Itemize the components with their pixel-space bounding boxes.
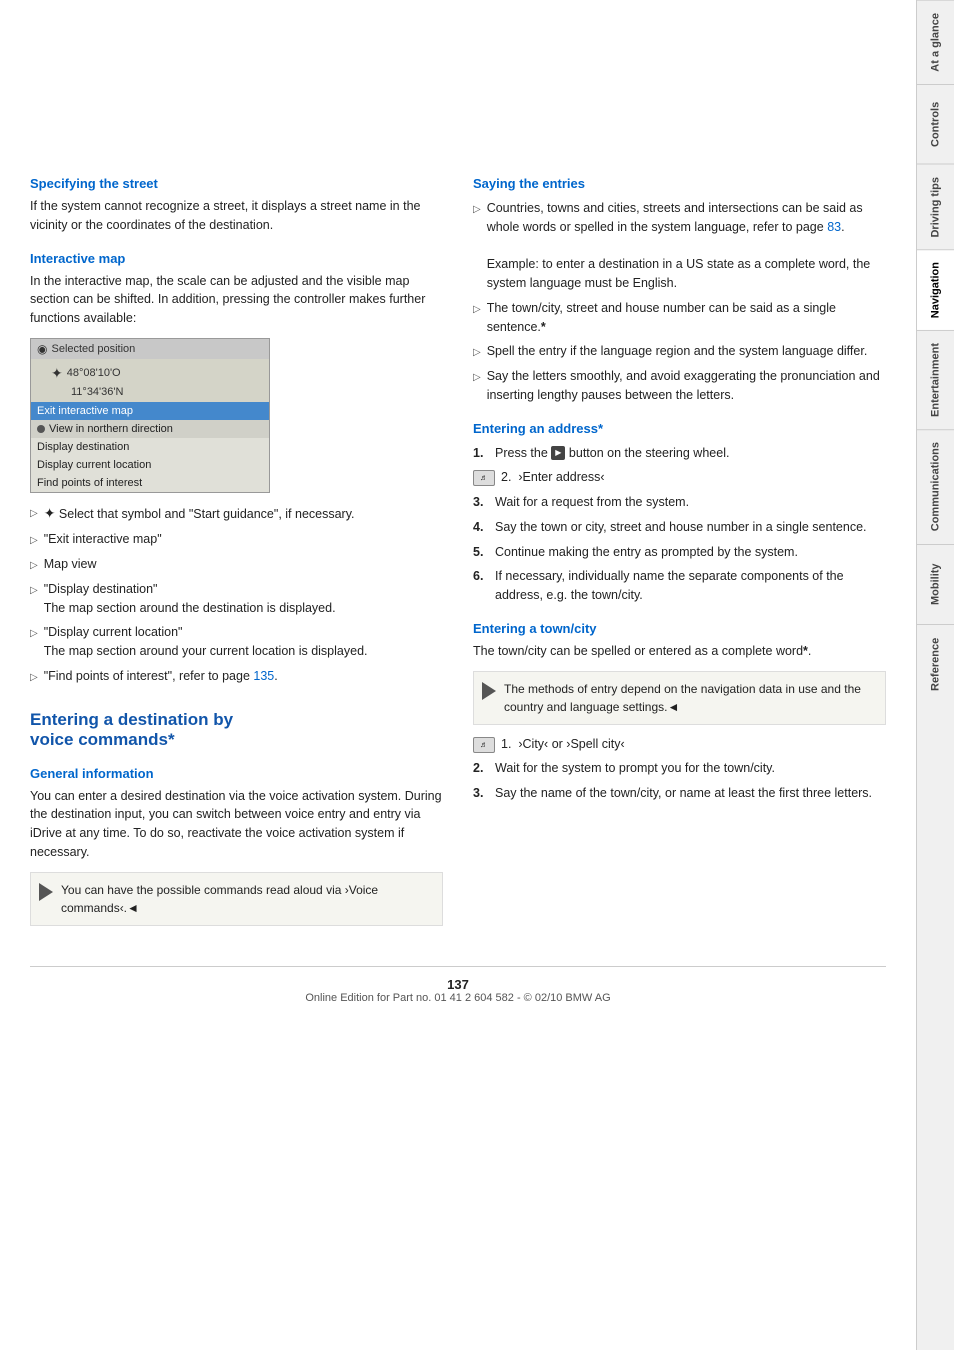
- bullet-icon: ▷: [473, 370, 481, 385]
- list-item: ▷ Spell the entry if the language region…: [473, 342, 886, 361]
- entering-town-text: The town/city can be spelled or entered …: [473, 642, 886, 661]
- sidebar-tab-navigation[interactable]: Navigation: [917, 249, 954, 330]
- note-triangle-icon: [39, 883, 53, 901]
- map-display-dest[interactable]: Display destination: [31, 438, 269, 456]
- bullet-icon: ▷: [30, 626, 38, 641]
- footer-text: Online Edition for Part no. 01 41 2 604 …: [30, 992, 886, 1004]
- sidebar-tab-at-a-glance[interactable]: At a glance: [917, 0, 954, 84]
- list-item: 3. Say the name of the town/city, or nam…: [473, 784, 886, 803]
- map-ui[interactable]: ◉ Selected position ✦ 48°08'10'O 11°34'3…: [30, 338, 270, 494]
- map-display-current[interactable]: Display current location: [31, 456, 269, 474]
- interactive-map-text: In the interactive map, the scale can be…: [30, 272, 443, 328]
- list-item: ▷ "Find points of interest", refer to pa…: [30, 667, 443, 686]
- town-note: The methods of entry depend on the navig…: [473, 671, 886, 725]
- entering-town-title: Entering a town/city: [473, 621, 886, 636]
- map-compass-dot: [37, 425, 45, 433]
- list-item: ▷ Say the letters smoothly, and avoid ex…: [473, 367, 886, 405]
- list-item: 4. Say the town or city, street and hous…: [473, 518, 886, 537]
- map-coords: ✦ 48°08'10'O 11°34'36'N: [31, 359, 269, 403]
- bullet-icon: ▷: [30, 670, 38, 685]
- list-item: ♬ 2. ›Enter address‹: [473, 468, 886, 487]
- page-ref-83[interactable]: 83: [827, 220, 841, 234]
- map-find-poi[interactable]: Find points of interest: [31, 474, 269, 492]
- voice-commands-note: You can have the possible commands read …: [30, 872, 443, 926]
- specifying-street-title: Specifying the street: [30, 176, 443, 191]
- map-exit-interactive[interactable]: Exit interactive map: [31, 402, 269, 420]
- sidebar-tab-communications[interactable]: Communications: [917, 429, 954, 543]
- map-functions-list: ▷ ✦ Select that symbol and "Start guidan…: [30, 503, 443, 685]
- map-header: ◉ Selected position: [31, 339, 269, 359]
- sidebar-tab-mobility[interactable]: Mobility: [917, 544, 954, 624]
- list-item: ▷ "Display current location"The map sect…: [30, 623, 443, 661]
- voice-icon-step2: ♬: [473, 470, 495, 486]
- entering-destination-title: Entering a destination byvoice commands*: [30, 710, 443, 750]
- entering-address-steps: 1. Press the ▶ button on the steering wh…: [473, 444, 886, 605]
- page-footer: 137 Online Edition for Part no. 01 41 2 …: [30, 966, 886, 1004]
- list-item: ♬ 1. ›City‹ or ›Spell city‹: [473, 735, 886, 754]
- sidebar-tab-driving-tips[interactable]: Driving tips: [917, 164, 954, 250]
- entering-address-title: Entering an address*: [473, 421, 886, 436]
- top-image-area: [30, 20, 886, 160]
- map-view-north[interactable]: View in northern direction: [31, 420, 269, 438]
- voice-icon-town-step1: ♬: [473, 737, 495, 753]
- general-info-text: You can enter a desired destination via …: [30, 787, 443, 862]
- sidebar-tab-reference[interactable]: Reference: [917, 624, 954, 704]
- page-ref-135[interactable]: 135: [253, 669, 274, 683]
- town-steps: ♬ 1. ›City‹ or ›Spell city‹ 2. Wait for …: [473, 735, 886, 803]
- note-triangle-icon: [482, 682, 496, 700]
- bullet-icon: ▷: [30, 558, 38, 573]
- list-item: ▷ Countries, towns and cities, streets a…: [473, 199, 886, 293]
- list-item: 1. Press the ▶ button on the steering wh…: [473, 444, 886, 463]
- list-item: ▷ The town/city, street and house number…: [473, 299, 886, 337]
- specifying-street-text: If the system cannot recognize a street,…: [30, 197, 443, 235]
- town-note-text: The methods of entry depend on the navig…: [504, 680, 877, 716]
- list-item: ▷ ✦ Select that symbol and "Start guidan…: [30, 503, 443, 524]
- list-item: ▷ "Display destination"The map section a…: [30, 580, 443, 618]
- list-item: 3. Wait for a request from the system.: [473, 493, 886, 512]
- sidebar: At a glance Controls Driving tips Naviga…: [916, 0, 954, 1350]
- general-info-title: General information: [30, 766, 443, 781]
- sidebar-tab-controls[interactable]: Controls: [917, 84, 954, 164]
- saying-entries-list: ▷ Countries, towns and cities, streets a…: [473, 199, 886, 405]
- bullet-icon: ▷: [473, 302, 481, 317]
- interactive-map-title: Interactive map: [30, 251, 443, 266]
- bullet-icon: ▷: [473, 202, 481, 217]
- page-number: 137: [30, 977, 886, 992]
- list-item: 2. Wait for the system to prompt you for…: [473, 759, 886, 778]
- bullet-icon: ▷: [30, 506, 38, 521]
- list-item: ▷ Map view: [30, 555, 443, 574]
- list-item: ▷ "Exit interactive map": [30, 530, 443, 549]
- sidebar-tab-entertainment[interactable]: Entertainment: [917, 330, 954, 429]
- steering-wheel-button: ▶: [551, 446, 565, 460]
- bullet-icon: ▷: [30, 583, 38, 598]
- map-location-icon: ◉: [37, 342, 47, 356]
- note-text: You can have the possible commands read …: [61, 881, 434, 917]
- list-item: 5. Continue making the entry as prompted…: [473, 543, 886, 562]
- bullet-icon: ▷: [473, 345, 481, 360]
- saying-entries-title: Saying the entries: [473, 176, 886, 191]
- list-item: 6. If necessary, individually name the s…: [473, 567, 886, 605]
- bullet-icon: ▷: [30, 533, 38, 548]
